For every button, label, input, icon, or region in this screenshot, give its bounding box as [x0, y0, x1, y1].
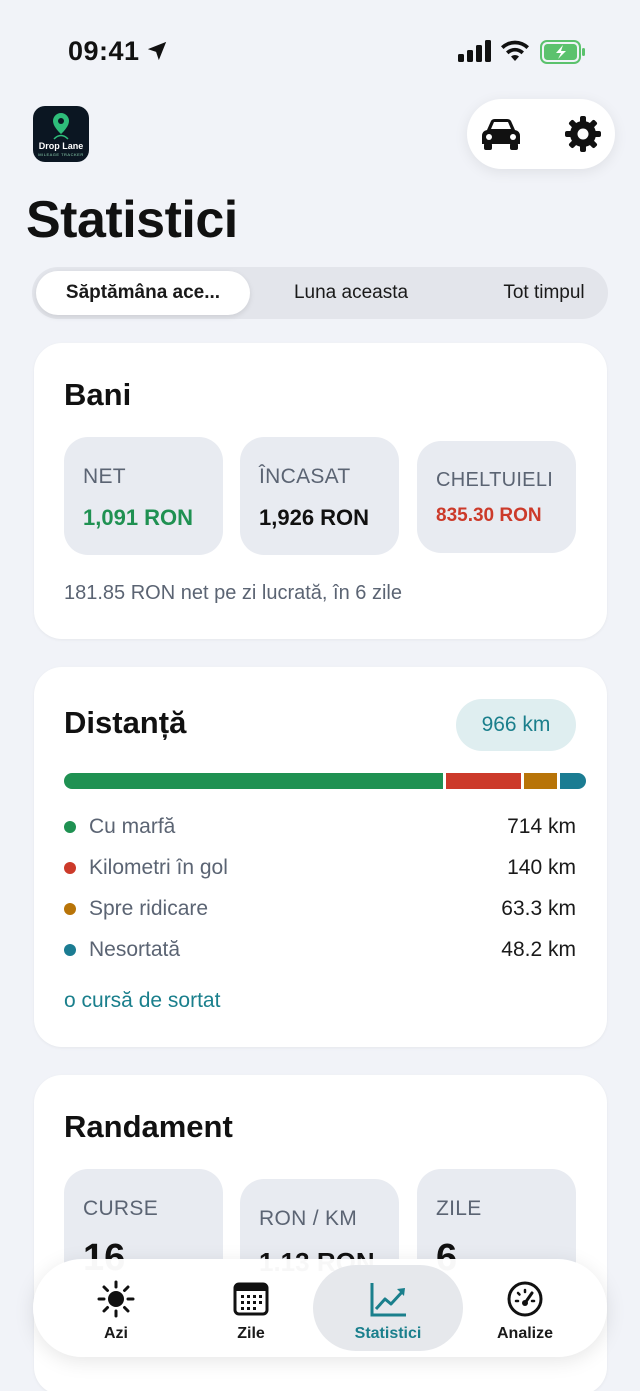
- distance-breakdown-bar: [64, 773, 586, 789]
- wifi-icon: [501, 40, 529, 61]
- expenses-label: CHELTUIELI: [436, 469, 554, 491]
- distance-title: Distanță: [64, 705, 187, 740]
- location-arrow-icon: [147, 41, 167, 61]
- trips-label: CURSE: [83, 1197, 159, 1220]
- performance-title: Randament: [64, 1109, 233, 1144]
- tab-days-label: Zile: [237, 1325, 265, 1342]
- expenses-value: 835.30 RON: [436, 505, 542, 526]
- net-tile: NET 1,091 RON: [64, 437, 223, 555]
- bar-segment-pickup: [523, 773, 558, 789]
- empty-dot: [64, 862, 76, 874]
- tab-statistics[interactable]: Statistici: [313, 1265, 463, 1351]
- logo-name: Drop Lane: [38, 141, 84, 151]
- calendar-icon: [233, 1282, 269, 1316]
- legend-row-unsorted: Nesortată 48.2 km: [64, 935, 576, 965]
- tab-analysis[interactable]: Analize: [455, 1265, 595, 1351]
- segment-all-time[interactable]: Tot timpul: [452, 271, 636, 315]
- distance-card: Distanță 966 km Cu marfă 714 km Kilometr…: [34, 667, 607, 1047]
- pickup-label: Spre ridicare: [89, 897, 209, 920]
- unsorted-value: 48.2 km: [501, 938, 576, 961]
- segment-this-month[interactable]: Luna aceasta: [254, 271, 448, 315]
- map-pin-icon: [53, 113, 69, 140]
- tab-today[interactable]: Azi: [41, 1265, 191, 1351]
- days-label: ZILE: [436, 1197, 482, 1220]
- header-actions: [467, 99, 615, 169]
- empty-value: 140 km: [507, 856, 576, 879]
- tab-today-label: Azi: [104, 1325, 128, 1342]
- settings-button[interactable]: [561, 112, 605, 156]
- loaded-label: Cu marfă: [89, 815, 176, 838]
- income-tile: ÎNCASAT 1,926 RON: [240, 437, 399, 555]
- total-distance-badge: 966 km: [456, 699, 576, 751]
- cellular-signal-icon: [458, 40, 491, 62]
- money-title: Bani: [64, 377, 132, 412]
- loaded-value: 714 km: [507, 815, 576, 838]
- app-logo: Drop Lane MILEAGE TRACKER: [33, 106, 89, 162]
- chart-icon: [370, 1283, 406, 1317]
- empty-label: Kilometri în gol: [89, 856, 228, 879]
- tab-bar: Azi Zile Statistici Analize: [33, 1259, 607, 1357]
- gear-icon: [565, 116, 601, 152]
- legend-row-pickup: Spre ridicare 63.3 km: [64, 894, 576, 924]
- battery-charging-icon: [540, 40, 585, 64]
- money-card: Bani NET 1,091 RON ÎNCASAT 1,926 RON CHE…: [34, 343, 607, 639]
- tab-days[interactable]: Zile: [181, 1265, 321, 1351]
- net-per-day-note: 181.85 RON net pe zi lucrată, în 6 zile: [64, 582, 402, 604]
- pickup-value: 63.3 km: [501, 897, 576, 920]
- vehicle-button[interactable]: [479, 112, 523, 156]
- period-segmented-control: Săptămâna ace... Luna aceasta Tot timpul: [32, 267, 608, 319]
- pickup-dot: [64, 903, 76, 915]
- unsorted-dot: [64, 944, 76, 956]
- unsorted-label: Nesortată: [89, 938, 181, 961]
- page-title: Statistici: [26, 191, 238, 249]
- tab-analysis-label: Analize: [496, 1325, 553, 1342]
- segment-this-week[interactable]: Săptămâna ace...: [36, 271, 250, 315]
- legend-row-loaded: Cu marfă 714 km: [64, 812, 576, 842]
- tab-statistics-label: Statistici: [354, 1325, 422, 1342]
- status-bar: 09:41: [0, 0, 640, 100]
- expenses-tile: CHELTUIELI 835.30 RON: [417, 441, 576, 553]
- loaded-dot: [64, 821, 76, 833]
- bar-segment-unsorted: [560, 773, 586, 789]
- income-label: ÎNCASAT: [259, 465, 351, 488]
- bar-segment-loaded: [64, 773, 444, 789]
- sun-icon: [97, 1280, 135, 1318]
- car-icon: [482, 119, 520, 150]
- status-time: 09:41: [68, 36, 140, 66]
- sort-trip-link[interactable]: o cursă de sortat: [64, 989, 220, 1013]
- bar-segment-empty: [446, 773, 521, 789]
- legend-row-empty: Kilometri în gol 140 km: [64, 853, 576, 883]
- logo-subtitle: MILEAGE TRACKER: [38, 152, 84, 157]
- net-label: NET: [83, 465, 126, 488]
- gauge-icon: [507, 1281, 543, 1317]
- income-value: 1,926 RON: [259, 505, 370, 530]
- net-value: 1,091 RON: [83, 505, 194, 530]
- per-km-label: RON / KM: [259, 1207, 358, 1230]
